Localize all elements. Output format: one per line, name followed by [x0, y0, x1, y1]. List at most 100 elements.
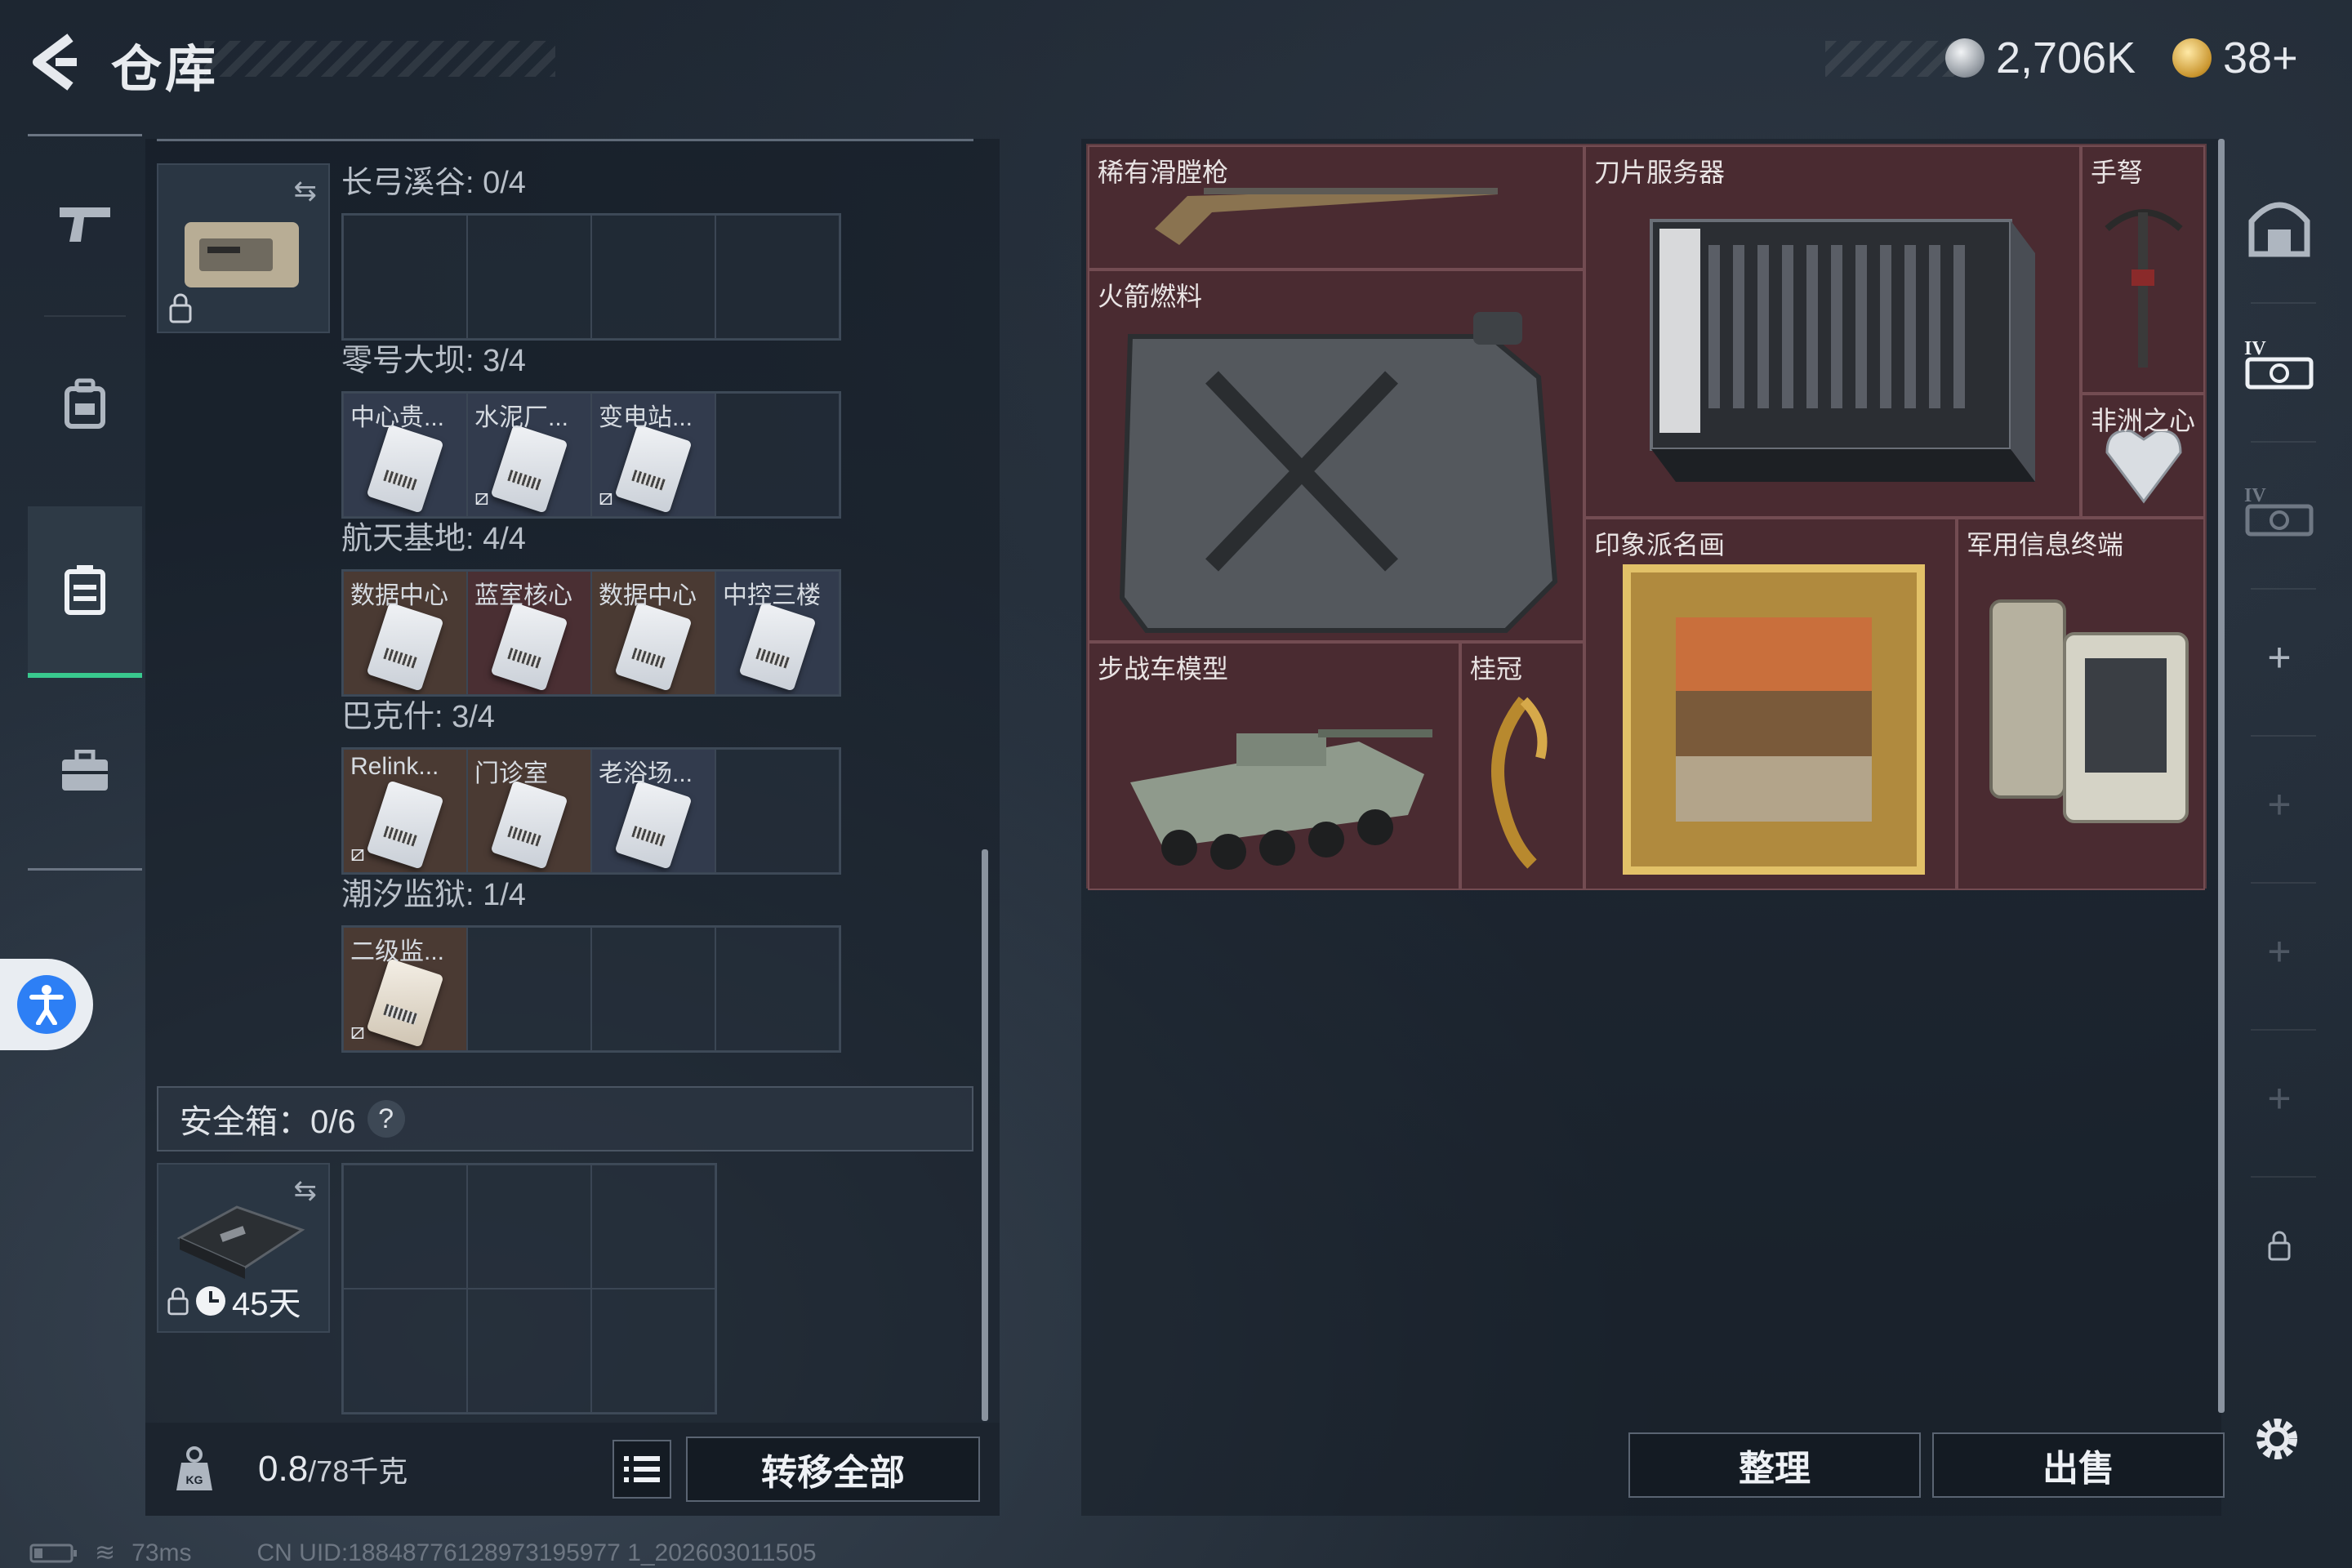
rail-add-1[interactable]: + [2234, 612, 2324, 702]
rail-separator [2251, 735, 2316, 737]
grid-cell[interactable] [715, 749, 840, 873]
plus-icon: + [2267, 635, 2292, 680]
safebox-case-icon [176, 1205, 305, 1279]
keycard-item[interactable]: 数据中心 [343, 571, 467, 695]
grid-cell[interactable] [467, 927, 591, 1051]
rail-scrollbar[interactable] [2218, 139, 2225, 1413]
stash-item-blade-server[interactable]: 刀片服务器 [1584, 145, 2081, 518]
silver-amount: 2,706K [1996, 33, 2136, 82]
briefcase-icon [62, 750, 108, 791]
nav-container[interactable] [28, 506, 142, 678]
item-label: 刀片服务器 [1594, 158, 1726, 187]
currency-silver[interactable]: 2,706K [1945, 31, 2136, 85]
rail-add-4[interactable]: + [2234, 1054, 2324, 1143]
grid-cell[interactable] [591, 1165, 715, 1289]
rail-add-3[interactable]: + [2234, 906, 2324, 996]
stash-item-rocket-fuel[interactable]: 火箭燃料 [1088, 270, 1584, 642]
keycard-item[interactable]: 变电站... ⧄ [591, 393, 715, 517]
keycard-item[interactable]: 蓝室核心 [467, 571, 591, 695]
help-icon[interactable]: ? [367, 1100, 405, 1138]
keycard-icon [366, 424, 444, 514]
stash-item-painting[interactable]: 印象派名画 [1584, 518, 1957, 890]
sell-button[interactable]: 出售 [1932, 1432, 2225, 1498]
grid-cell[interactable] [715, 393, 840, 517]
grid-cell[interactable] [343, 1289, 467, 1413]
grid-cell[interactable] [343, 215, 467, 339]
keycard-item[interactable]: 中心贵... [343, 393, 467, 517]
rail-separator [2251, 302, 2316, 304]
stash-item-crossbow[interactable]: 手弩 [2081, 145, 2205, 394]
keycard-item[interactable]: 水泥厂... ⧄ [467, 393, 591, 517]
stash-item-heart-of-africa[interactable]: 非洲之心 [2081, 394, 2205, 518]
grid-cell[interactable] [343, 1165, 467, 1289]
rail-locker[interactable] [2234, 183, 2324, 273]
gear-icon [2256, 1419, 2297, 1459]
nav-backpack[interactable] [28, 338, 142, 469]
keycard-icon [366, 780, 444, 870]
item-label: 步战车模型 [1098, 654, 1229, 684]
stash-item-musket[interactable]: 稀有滑膛枪 [1088, 145, 1584, 270]
left-scrollbar[interactable] [982, 849, 988, 1421]
grid-cell[interactable] [591, 1289, 715, 1413]
keycard-icon [614, 424, 693, 514]
grid-cell[interactable] [715, 215, 840, 339]
rail-storage-2[interactable]: IV [2234, 466, 2324, 555]
safebox-item-slot[interactable]: ⇆ 45天 [157, 1163, 330, 1333]
keycard-item[interactable]: 数据中心 [591, 571, 715, 695]
nav-weapons[interactable] [28, 158, 142, 289]
backpack-icon [65, 378, 105, 429]
item-label: 印象派名画 [1594, 530, 1726, 559]
user-uid: CN UID:18848776128973195977 1_2026030115… [256, 1539, 817, 1566]
keycard-icon [490, 780, 568, 870]
keycard-icon [738, 602, 817, 692]
section-label: 巴克什: 3/4 [341, 700, 495, 734]
section-grid: 二级监... ⧄ [341, 925, 841, 1053]
tank-model-icon [1130, 729, 1432, 870]
stash-item-military-terminal[interactable]: 军用信息终端 [1957, 518, 2205, 890]
currency-stripe [1825, 41, 1956, 77]
keycard-item[interactable]: 二级监... ⧄ [343, 927, 467, 1051]
back-button[interactable] [23, 29, 88, 95]
item-label: Relink... [350, 753, 439, 780]
rail-add-2[interactable]: + [2234, 760, 2324, 849]
section-grid [341, 213, 841, 341]
keycard-item[interactable]: 门诊室 [467, 749, 591, 873]
keycard-item[interactable]: 老浴场... [591, 749, 715, 873]
transfer-all-button[interactable]: 转移全部 [686, 1437, 980, 1502]
currency-gold[interactable]: 38+ [2172, 31, 2298, 85]
rail-storage-1[interactable]: IV [2234, 318, 2324, 408]
keycard-item[interactable]: 中控三楼 [715, 571, 840, 695]
section-label: 零号大坝: 3/4 [341, 344, 526, 378]
accessibility-button[interactable] [0, 959, 93, 1050]
grid-cell[interactable] [715, 927, 840, 1051]
section-bakesh: 巴克什: 3/4 Relink... ⧄ 门诊室 老浴场... [341, 691, 841, 875]
grid-cell[interactable] [467, 1165, 591, 1289]
swap-icon[interactable]: ⇆ [294, 1174, 318, 1207]
list-view-button[interactable] [612, 1440, 671, 1499]
svg-text:KG: KG [186, 1473, 203, 1486]
section-changgong: 长弓溪谷: 0/4 [341, 157, 841, 341]
settings-button[interactable] [2247, 1410, 2306, 1468]
swap-icon[interactable]: ⇆ [294, 175, 318, 207]
laurel-crown-icon [1491, 697, 1548, 869]
stash-grid: 稀有滑膛枪 刀片服务器 手弩 火箭燃料 非洲之心 印象派名画 军用信息终端 步战… [1086, 144, 2207, 890]
container-item-slot[interactable]: ⇆ [157, 163, 330, 333]
safebox-grid [341, 1163, 717, 1414]
stash-item-laurel[interactable]: 桂冠 [1460, 642, 1584, 890]
keycard-item[interactable]: Relink... ⧄ [343, 749, 467, 873]
grid-cell[interactable] [467, 215, 591, 339]
locker-icon [2248, 202, 2310, 257]
crossbow-icon [2105, 209, 2183, 368]
nav-briefcase[interactable] [28, 706, 142, 836]
silver-coin-icon [1945, 38, 1984, 78]
section-label: 航天基地: 4/4 [341, 522, 526, 556]
grid-cell[interactable] [467, 1289, 591, 1413]
rail-separator [2251, 588, 2316, 590]
item-label: 门诊室 [474, 760, 548, 787]
sort-button[interactable]: 整理 [1628, 1432, 1921, 1498]
case-item-icon [185, 222, 299, 287]
grid-cell[interactable] [591, 215, 715, 339]
grid-cell[interactable] [591, 927, 715, 1051]
stash-item-ifv-model[interactable]: 步战车模型 [1088, 642, 1460, 890]
rail-locked[interactable] [2234, 1200, 2324, 1290]
